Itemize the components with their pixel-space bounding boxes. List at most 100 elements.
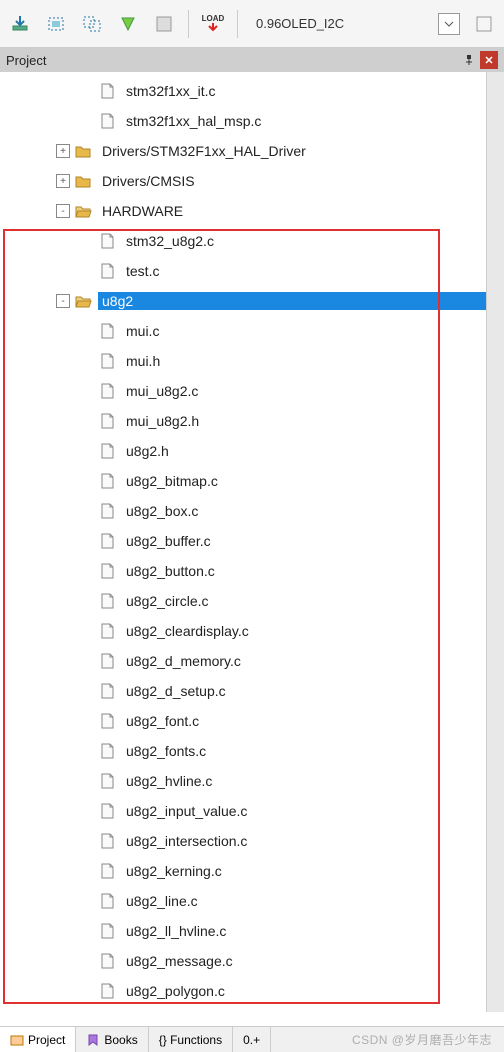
download-icon[interactable]	[8, 12, 32, 36]
tree-item-label: mui_u8g2.h	[122, 412, 488, 430]
tree-item-label: u8g2_ll_hvline.c	[122, 922, 488, 940]
tree-item-label: u8g2_button.c	[122, 562, 488, 580]
pin-button[interactable]	[460, 51, 478, 69]
tree-row[interactable]: u8g2_buffer.c	[0, 526, 488, 556]
tree-row[interactable]: u8g2_box.c	[0, 496, 488, 526]
tree-row[interactable]: - HARDWARE	[0, 196, 488, 226]
project-panel-header: Project ✕	[0, 48, 504, 72]
project-tree-panel: stm32f1xx_it.c stm32f1xx_hal_msp.c + Driver…	[0, 72, 504, 1012]
tree-spacer	[80, 534, 94, 548]
stop-build-icon[interactable]	[152, 12, 176, 36]
tree-item-label: u8g2_buffer.c	[122, 532, 488, 550]
tree-row[interactable]: u8g2_polygon.c	[0, 976, 488, 1006]
collapse-icon[interactable]: -	[56, 294, 70, 308]
tree-item-label: u8g2	[98, 292, 488, 310]
tree-spacer	[80, 834, 94, 848]
expand-icon[interactable]: +	[56, 174, 70, 188]
bottom-tab-bar: Project Books {} Functions 0.+	[0, 1026, 504, 1052]
tree-row[interactable]: stm32f1xx_it.c	[0, 76, 488, 106]
tree-item-label: stm32f1xx_it.c	[122, 82, 488, 100]
tree-row[interactable]: u8g2_message.c	[0, 946, 488, 976]
tree-spacer	[80, 354, 94, 368]
tree-spacer	[80, 684, 94, 698]
tree-item-label: u8g2_d_setup.c	[122, 682, 488, 700]
tree-item-label: u8g2_bitmap.c	[122, 472, 488, 490]
tree-spacer	[80, 984, 94, 998]
tree-row[interactable]: u8g2_font.c	[0, 706, 488, 736]
editor-edge	[486, 72, 504, 1012]
tree-item-label: mui.c	[122, 322, 488, 340]
bottom-tab[interactable]: Books	[76, 1027, 148, 1052]
tree-item-label: u8g2_input_value.c	[122, 802, 488, 820]
tree-item-label: stm32f1xx_hal_msp.c	[122, 112, 488, 130]
tree-item-label: u8g2_intersection.c	[122, 832, 488, 850]
project-tree[interactable]: stm32f1xx_it.c stm32f1xx_hal_msp.c + Driver…	[0, 72, 488, 1012]
tree-item-label: u8g2_fonts.c	[122, 742, 488, 760]
tree-row[interactable]: u8g2_button.c	[0, 556, 488, 586]
panel-title: Project	[6, 53, 46, 68]
tree-row[interactable]: - u8g2	[0, 286, 488, 316]
tree-spacer	[80, 264, 94, 278]
tree-row[interactable]: u8g2.h	[0, 436, 488, 466]
tab-label: 0.+	[243, 1033, 260, 1047]
tree-row[interactable]: mui.h	[0, 346, 488, 376]
tree-item-label: Drivers/STM32F1xx_HAL_Driver	[98, 142, 488, 160]
tab-label: Books	[104, 1033, 137, 1047]
tree-row[interactable]: u8g2_bitmap.c	[0, 466, 488, 496]
tree-row[interactable]: u8g2_cleardisplay.c	[0, 616, 488, 646]
options-icon[interactable]	[472, 12, 496, 36]
tree-row[interactable]: test.c	[0, 256, 488, 286]
tree-row[interactable]: u8g2_input_value.c	[0, 796, 488, 826]
tree-spacer	[80, 384, 94, 398]
bottom-tab[interactable]: {} Functions	[149, 1027, 233, 1052]
tree-item-label: Drivers/CMSIS	[98, 172, 488, 190]
tree-spacer	[80, 774, 94, 788]
bottom-tab[interactable]: Project	[0, 1027, 76, 1052]
tree-row[interactable]: u8g2_intersection.c	[0, 826, 488, 856]
expand-icon[interactable]: +	[56, 144, 70, 158]
tree-item-label: u8g2_message.c	[122, 952, 488, 970]
tree-row[interactable]: u8g2_d_setup.c	[0, 676, 488, 706]
collapse-icon[interactable]: -	[56, 204, 70, 218]
tree-spacer	[80, 954, 94, 968]
tree-spacer	[80, 504, 94, 518]
rebuild-icon[interactable]	[80, 12, 104, 36]
tree-item-label: mui_u8g2.c	[122, 382, 488, 400]
tree-row[interactable]: + Drivers/CMSIS	[0, 166, 488, 196]
tree-row[interactable]: + Drivers/STM32F1xx_HAL_Driver	[0, 136, 488, 166]
tree-row[interactable]: stm32_u8g2.c	[0, 226, 488, 256]
tree-row[interactable]: u8g2_circle.c	[0, 586, 488, 616]
tree-spacer	[80, 894, 94, 908]
close-button[interactable]: ✕	[480, 51, 498, 69]
tree-item-label: u8g2_circle.c	[122, 592, 488, 610]
toolbar-separator	[237, 10, 238, 38]
tree-row[interactable]: u8g2_hvline.c	[0, 766, 488, 796]
load-icon[interactable]: LOAD	[201, 12, 225, 36]
tree-row[interactable]: mui.c	[0, 316, 488, 346]
tree-row[interactable]: u8g2_line.c	[0, 886, 488, 916]
target-dropdown[interactable]	[438, 13, 460, 35]
tree-row[interactable]: mui_u8g2.h	[0, 406, 488, 436]
tree-item-label: stm32_u8g2.c	[122, 232, 488, 250]
tree-row[interactable]: u8g2_kerning.c	[0, 856, 488, 886]
tree-spacer	[80, 474, 94, 488]
tree-spacer	[80, 234, 94, 248]
tree-spacer	[80, 84, 94, 98]
tree-row[interactable]: u8g2_ll_hvline.c	[0, 916, 488, 946]
batch-build-icon[interactable]	[116, 12, 140, 36]
target-selector[interactable]: 0.96OLED_I2C	[250, 13, 350, 35]
tree-row[interactable]: u8g2_d_memory.c	[0, 646, 488, 676]
build-icon[interactable]	[44, 12, 68, 36]
tree-row[interactable]: u8g2_fonts.c	[0, 736, 488, 766]
tree-spacer	[80, 444, 94, 458]
tree-item-label: HARDWARE	[98, 202, 488, 220]
target-name: 0.96OLED_I2C	[256, 16, 344, 31]
bottom-tab[interactable]: 0.+	[233, 1027, 271, 1052]
tree-item-label: u8g2_polygon.c	[122, 982, 488, 1000]
tree-row[interactable]: mui_u8g2.c	[0, 376, 488, 406]
tab-label: Project	[28, 1033, 65, 1047]
tree-row[interactable]: stm32f1xx_hal_msp.c	[0, 106, 488, 136]
tree-item-label: u8g2_line.c	[122, 892, 488, 910]
tree-item-label: mui.h	[122, 352, 488, 370]
tree-spacer	[80, 924, 94, 938]
